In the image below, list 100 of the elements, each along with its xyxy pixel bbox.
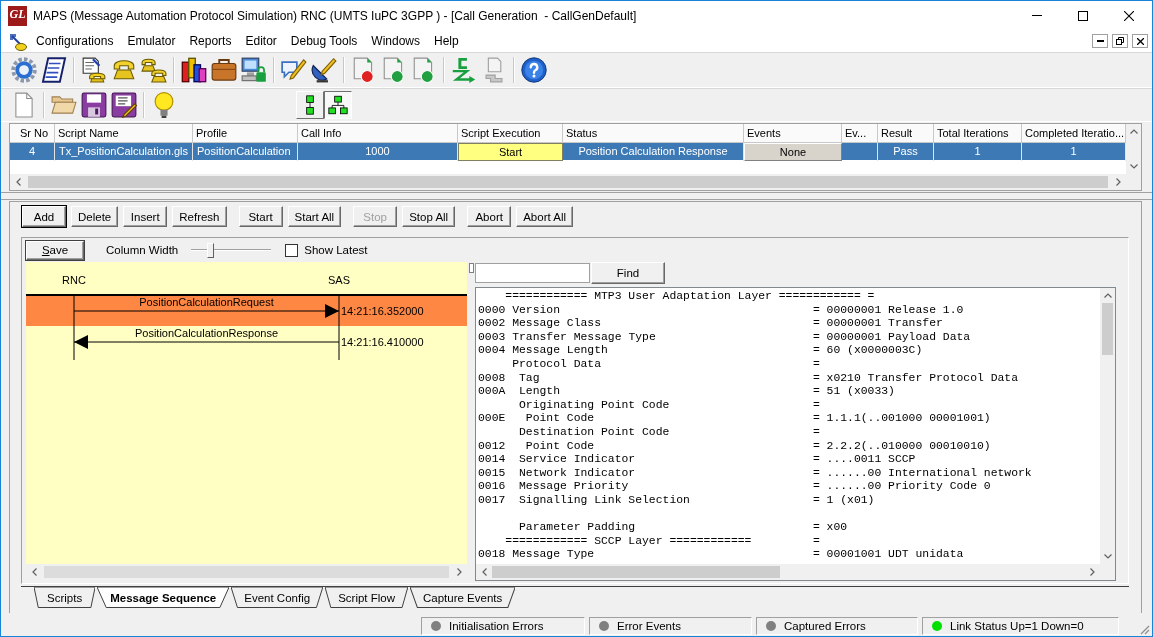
help-icon[interactable] <box>521 57 547 83</box>
notepad-icon[interactable] <box>41 57 67 83</box>
menu-item[interactable]: Windows <box>364 32 427 50</box>
menu-item[interactable]: Help <box>427 32 466 50</box>
table-cell: PositionCalculation <box>193 143 298 161</box>
document-badge-icon[interactable] <box>351 57 377 83</box>
action-button[interactable]: Start <box>238 206 283 227</box>
action-button[interactable]: Insert <box>123 206 168 227</box>
field-value: = 2.2.2(..010000 00010010) <box>812 439 991 452</box>
maximize-icon[interactable] <box>1078 10 1088 21</box>
column-header[interactable]: Ev... <box>842 124 878 143</box>
save-as-icon[interactable] <box>111 92 137 118</box>
column-header[interactable]: Status <box>563 124 744 143</box>
find-field[interactable] <box>475 263 590 283</box>
chevron-right-icon[interactable] <box>456 568 462 576</box>
field-name: Point Code <box>525 439 595 452</box>
column-header[interactable]: Profile <box>193 124 298 143</box>
action-cell[interactable]: Start <box>458 143 563 161</box>
message-label[interactable]: PositionCalculationResponse <box>134 327 279 339</box>
action-button[interactable]: Refresh <box>172 206 227 227</box>
chevron-down-icon[interactable] <box>1129 164 1138 169</box>
vertical-scrollbar[interactable] <box>1126 124 1141 174</box>
field-value: = <box>812 534 820 547</box>
scrollbar-thumb[interactable] <box>28 176 1108 188</box>
speech-bubble-pencil-icon[interactable] <box>281 57 307 83</box>
menu-item[interactable]: Configurations <box>29 32 121 50</box>
field-value: = ......00 International network <box>812 466 1032 479</box>
tools-icon[interactable] <box>8 31 27 51</box>
document-badge-icon[interactable] <box>411 57 437 83</box>
column-header[interactable]: Completed Iteratio... <box>1022 124 1126 143</box>
sheet-tab[interactable]: Capture Events <box>410 587 516 608</box>
minimize-button[interactable] <box>1092 34 1108 48</box>
telephones-icon[interactable] <box>141 57 167 83</box>
sheet-tab[interactable]: Script Flow <box>325 587 408 608</box>
chevron-left-icon[interactable] <box>15 178 21 186</box>
column-header[interactable]: Script Execution <box>458 124 563 143</box>
show-latest-checkbox[interactable] <box>285 243 299 257</box>
find-button[interactable]: Find <box>591 262 665 284</box>
field-name: Point Code <box>525 412 595 425</box>
sheet-tab[interactable]: Scripts <box>34 587 96 608</box>
action-button[interactable]: Start All <box>287 206 342 227</box>
document-telephone-icon[interactable] <box>81 57 107 83</box>
chevron-up-icon[interactable] <box>1129 129 1138 134</box>
vertical-scrollbar[interactable] <box>1100 288 1115 564</box>
horizontal-scrollbar[interactable] <box>10 174 1126 190</box>
action-button[interactable]: Add <box>22 206 66 227</box>
gear-icon[interactable] <box>11 57 37 83</box>
chevron-down-icon[interactable] <box>1103 554 1112 559</box>
dish-pencil-icon[interactable] <box>311 57 337 83</box>
scrollbar-thumb[interactable] <box>1102 303 1113 355</box>
column-header[interactable]: Script Name <box>55 124 193 143</box>
save-icon[interactable] <box>81 92 107 118</box>
chevron-left-icon[interactable] <box>481 568 487 576</box>
column-header[interactable]: Call Info <box>298 124 458 143</box>
column-header[interactable]: Sr No <box>10 124 55 143</box>
byte-offset: 0014 <box>478 453 506 466</box>
resize-grip-icon[interactable] <box>1140 624 1150 635</box>
action-button[interactable]: Abort <box>467 206 512 227</box>
briefcase-icon[interactable] <box>211 57 237 83</box>
menu-item[interactable]: Emulator <box>120 32 183 50</box>
splitter-handle[interactable] <box>468 263 474 273</box>
bracket-arrow-icon[interactable] <box>451 57 477 83</box>
computer-lock-icon[interactable] <box>241 57 267 83</box>
field-value: = 00001001 UDT unidata <box>812 548 964 561</box>
chevron-right-icon[interactable] <box>1089 568 1095 576</box>
byte-offset: 0015 <box>478 466 506 479</box>
action-button[interactable]: Stop All <box>402 206 456 227</box>
column-header[interactable]: Events <box>744 124 842 143</box>
save-button[interactable]: Save <box>26 240 84 260</box>
close-button[interactable] <box>1132 34 1148 48</box>
field-value: = 1.1.1(..001000 00001001) <box>812 412 991 425</box>
close-icon[interactable] <box>1124 10 1134 21</box>
message-label[interactable]: PositionCalculationRequest <box>139 296 274 308</box>
menu-item[interactable]: Reports <box>182 32 239 50</box>
chevron-up-icon[interactable] <box>1103 293 1112 298</box>
chevron-left-icon[interactable] <box>31 568 37 576</box>
menu-item[interactable]: Debug Tools <box>283 32 365 50</box>
scrollbar-thumb[interactable] <box>492 566 780 578</box>
app-logo: GL <box>8 5 27 26</box>
sheet-tab[interactable]: Message Sequence <box>97 587 230 608</box>
action-button[interactable]: Delete <box>71 206 119 227</box>
menu-item[interactable]: Editor <box>238 32 284 50</box>
colored-blocks-icon[interactable] <box>181 57 207 83</box>
column-header[interactable]: Total Iterations <box>934 124 1022 143</box>
sheet-tab[interactable]: Event Config <box>231 587 324 608</box>
cell-button[interactable]: None <box>744 143 842 161</box>
horizontal-scrollbar[interactable] <box>476 564 1100 580</box>
layout-toggle-button[interactable] <box>324 91 352 119</box>
chevron-right-icon[interactable] <box>1115 178 1121 186</box>
byte-offset: 0018 <box>478 548 506 561</box>
action-button[interactable]: Abort All <box>516 206 573 227</box>
restore-button[interactable] <box>1112 34 1128 48</box>
field-name: Tag <box>519 371 540 384</box>
table-row[interactable]: 4 Tx_PositionCalculation.gls PositionCalculation 1000 Start Position Calculation Response None Pass 1 1 <box>10 143 1127 160</box>
field-value: = <box>812 357 820 370</box>
field-name: Version <box>512 303 561 316</box>
column-header[interactable]: Result <box>878 124 934 143</box>
field-name: Network Indicator <box>519 466 636 479</box>
document-badge-icon[interactable] <box>381 57 407 83</box>
slider-thumb[interactable] <box>207 243 215 258</box>
